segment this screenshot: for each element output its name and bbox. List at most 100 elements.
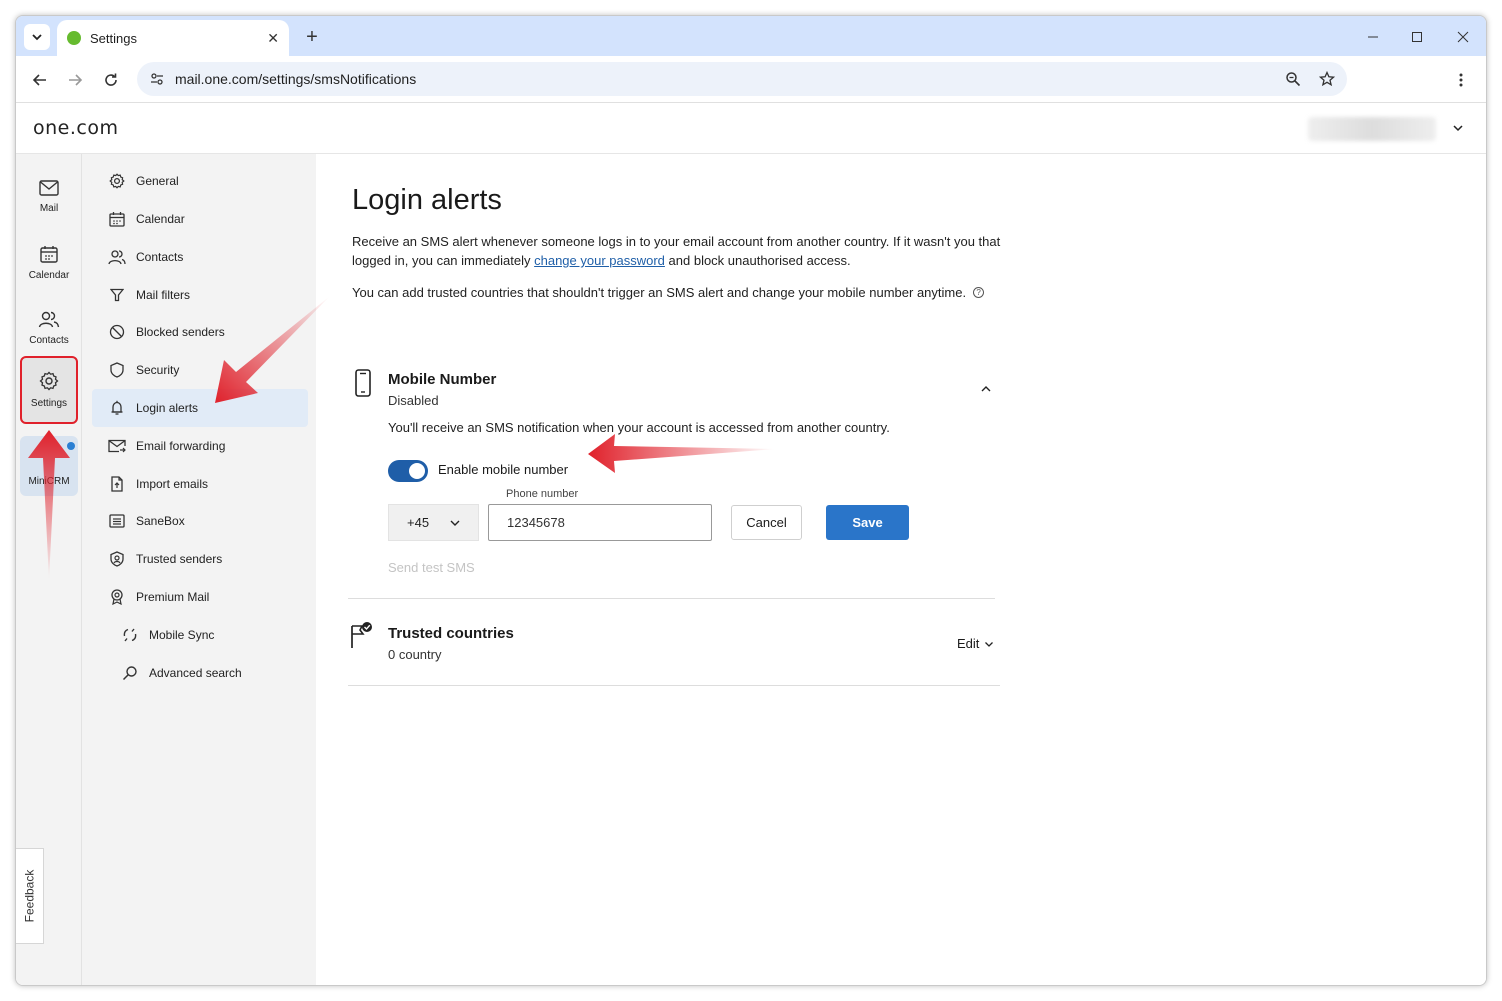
toggle-knob <box>409 463 425 479</box>
tab-search-button[interactable] <box>24 24 50 50</box>
settings-nav-item-general[interactable]: General <box>92 162 308 200</box>
zoom-icon[interactable] <box>1279 65 1307 93</box>
settings-nav-item-mobile-sync[interactable]: Mobile Sync <box>92 616 308 654</box>
trusted-info-label: You can add trusted countries that shoul… <box>352 285 967 300</box>
rail-item-mail[interactable]: Mail <box>20 166 78 228</box>
badge-icon <box>108 588 126 606</box>
site-info-icon[interactable] <box>147 69 167 89</box>
edit-label: Edit <box>957 636 980 651</box>
rail-item-contacts[interactable]: Contacts <box>20 297 78 359</box>
maximize-icon <box>1412 32 1422 42</box>
section-divider <box>348 685 1000 686</box>
phone-number-label: Phone number <box>506 488 579 500</box>
chevron-down-icon <box>449 517 461 529</box>
new-tab-button[interactable]: + <box>299 24 325 50</box>
settings-nav-item-email-forwarding[interactable]: Email forwarding <box>92 427 308 465</box>
calendar-icon <box>108 210 126 228</box>
chevron-down-icon <box>32 34 42 41</box>
settings-nav-label: Contacts <box>136 250 184 264</box>
mobile-phone-icon <box>350 368 376 398</box>
trusted-countries-count: 0 country <box>388 647 442 662</box>
intro-text: Receive an SMS alert whenever someone lo… <box>352 232 1012 270</box>
settings-nav-item-import-emails[interactable]: Import emails <box>92 465 308 503</box>
gear-icon <box>108 172 126 190</box>
account-menu[interactable] <box>1308 117 1436 141</box>
sanebox-icon <box>108 512 126 530</box>
mobile-description: You'll receive an SMS notification when … <box>388 420 890 435</box>
tab-strip: Settings ✕ + <box>16 16 1486 56</box>
country-code-value: +45 <box>407 515 430 530</box>
forward-button[interactable] <box>61 66 89 94</box>
phone-number-input[interactable]: 12345678 <box>488 504 712 541</box>
settings-nav-item-login-alerts[interactable]: Login alerts <box>92 389 308 427</box>
mail-icon <box>39 180 59 196</box>
country-code-select[interactable]: +45 <box>388 504 479 541</box>
app-header: one.com <box>16 103 1486 154</box>
settings-nav-label: Import emails <box>136 477 209 491</box>
tab-title: Settings <box>90 30 137 46</box>
enable-mobile-toggle[interactable] <box>388 460 428 482</box>
rail-item-label: Contacts <box>29 335 69 346</box>
send-test-sms-link[interactable]: Send test SMS <box>388 560 475 575</box>
one-com-logo[interactable]: one.com <box>33 117 118 139</box>
rail-item-calendar[interactable]: Calendar <box>20 232 78 294</box>
flag-check-icon <box>348 620 374 650</box>
settings-nav-item-calendar[interactable]: Calendar <box>92 200 308 238</box>
edit-trusted-button[interactable]: Edit <box>957 636 995 651</box>
settings-nav-item-blocked-senders[interactable]: Blocked senders <box>92 313 308 351</box>
cancel-button[interactable]: Cancel <box>731 505 802 540</box>
arrow-left-icon <box>32 74 46 86</box>
minimize-button[interactable] <box>1360 24 1386 50</box>
browser-tab[interactable]: Settings ✕ <box>57 20 289 56</box>
sync-icon <box>121 626 139 644</box>
close-window-button[interactable] <box>1450 24 1476 50</box>
settings-nav-item-advanced-search[interactable]: Advanced search <box>92 654 308 692</box>
settings-nav-item-trusted-senders[interactable]: Trusted senders <box>92 540 308 578</box>
reload-button[interactable] <box>97 66 125 94</box>
settings-nav-label: Login alerts <box>136 401 199 415</box>
rail-item-minicrm[interactable]: MiniCRM <box>20 436 78 496</box>
rail-item-settings[interactable]: Settings <box>20 356 78 424</box>
reload-icon <box>105 73 117 86</box>
settings-nav-item-sanebox[interactable]: SaneBox <box>92 502 308 540</box>
change-password-link[interactable]: change your password <box>534 253 665 268</box>
collapse-chevron-up-icon[interactable] <box>978 381 994 397</box>
search-icon <box>121 664 139 682</box>
settings-nav-label: Email forwarding <box>136 439 226 453</box>
site-favicon-icon <box>67 31 81 45</box>
intro-text-end: and block unauthorised access. <box>664 253 851 268</box>
app-rail: Mail Calendar Contacts Settings MiniCRM … <box>16 154 82 985</box>
account-chevron-icon[interactable] <box>1448 118 1468 138</box>
address-bar[interactable]: mail.one.com/settings/smsNotifications <box>137 62 1347 96</box>
settings-nav-label: Advanced search <box>149 666 242 680</box>
calendar-icon <box>40 246 58 263</box>
feedback-label: Feedback <box>22 869 37 923</box>
settings-nav-label: Mail filters <box>136 288 191 302</box>
page-title: Login alerts <box>352 184 502 216</box>
settings-nav-item-premium-mail[interactable]: Premium Mail <box>92 578 308 616</box>
settings-nav-label: Security <box>136 363 180 377</box>
settings-nav-item-security[interactable]: Security <box>92 351 308 389</box>
feedback-tab[interactable]: Feedback <box>16 848 44 944</box>
bookmark-star-icon[interactable] <box>1313 65 1341 93</box>
browser-menu-button[interactable] <box>1448 66 1474 94</box>
back-button[interactable] <box>26 66 54 94</box>
browser-toolbar: mail.one.com/settings/smsNotifications <box>16 56 1486 103</box>
filter-icon <box>108 286 126 304</box>
settings-nav-item-mail-filters[interactable]: Mail filters <box>92 276 308 314</box>
close-tab-icon[interactable]: ✕ <box>267 30 279 47</box>
settings-nav-label: Calendar <box>136 212 185 226</box>
settings-nav-item-contacts[interactable]: Contacts <box>92 238 308 276</box>
maximize-button[interactable] <box>1404 24 1430 50</box>
save-button[interactable]: Save <box>826 505 909 540</box>
rail-item-label: Settings <box>30 398 68 409</box>
contacts-icon <box>108 248 126 266</box>
trusted-icon <box>108 550 126 568</box>
mobile-number-title: Mobile Number <box>388 371 497 388</box>
import-icon <box>108 475 126 493</box>
rail-item-label: Calendar <box>28 270 70 281</box>
help-icon[interactable]: ? <box>973 287 985 298</box>
settings-nav-label: Trusted senders <box>136 552 223 566</box>
kebab-menu-icon <box>1459 73 1463 87</box>
close-icon <box>1457 31 1469 43</box>
